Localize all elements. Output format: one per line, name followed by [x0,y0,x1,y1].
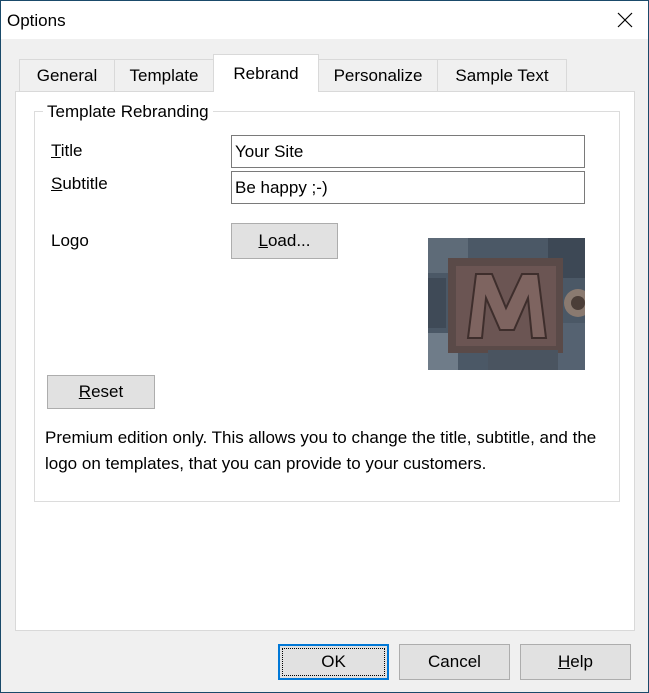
close-icon [617,12,633,28]
tab-label: Personalize [333,65,423,85]
premium-description: Premium edition only. This allows you to… [45,428,597,473]
rebrand-tab-panel: Template Rebranding Title Your Site Subt… [15,91,635,631]
logo-preview-image [428,238,585,370]
tab-strip: General Template Rebrand Personalize Sam… [15,54,635,92]
options-dialog: Options General Template Rebrand Persona… [0,0,649,693]
help-button[interactable]: Help [520,644,631,680]
window-title: Options [7,11,66,30]
subtitle-input[interactable]: Be happy ;-) [231,171,585,204]
subtitle-label: Subtitle [51,174,108,193]
tab-label: Sample Text [455,65,549,85]
title-bar: Options [1,1,648,39]
group-title: Template Rebranding [43,102,213,122]
tab-template[interactable]: Template [114,59,214,91]
logo-label: Logo [51,231,89,250]
tab-rebrand[interactable]: Rebrand [213,54,319,92]
tab-sample-text[interactable]: Sample Text [437,59,567,91]
ok-button[interactable]: OK [278,644,389,680]
tab-personalize[interactable]: Personalize [318,59,438,91]
tab-label: General [36,65,98,85]
close-button[interactable] [602,1,648,39]
title-input[interactable]: Your Site [231,135,585,168]
cancel-button[interactable]: Cancel [399,644,510,680]
tab-label: Template [129,65,199,85]
title-label: Title [51,141,83,160]
load-button[interactable]: Load... [231,223,338,259]
tab-general[interactable]: General [19,59,115,91]
reset-button[interactable]: Reset [47,375,155,409]
tab-label: Rebrand [233,63,299,83]
